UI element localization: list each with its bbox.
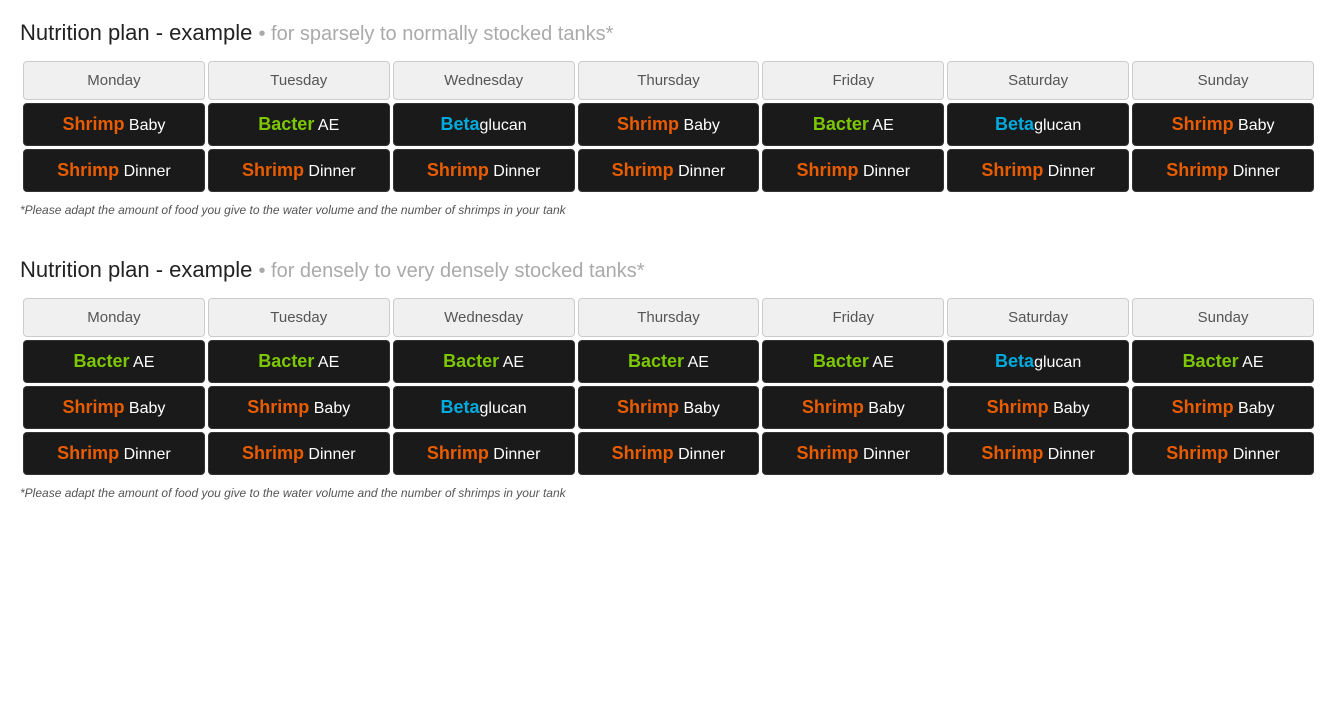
cell-wed-r2: Shrimp Dinner	[393, 149, 575, 192]
plan2-row3: Shrimp Dinner Shrimp Dinner Shrimp Dinne…	[23, 432, 1314, 475]
header-friday: Friday	[762, 61, 944, 100]
p2-cell-thu-r2: Shrimp Baby	[578, 386, 760, 429]
plan1-row1: Shrimp Baby Bacter AE Betaglucan Shrimp …	[23, 103, 1314, 146]
cell-wed-r1: Betaglucan	[393, 103, 575, 146]
shrimp-label: Shrimp	[62, 114, 124, 134]
cell-tue-r2: Shrimp Dinner	[208, 149, 390, 192]
p2-cell-thu-r3: Shrimp Dinner	[578, 432, 760, 475]
header-thursday: Thursday	[578, 61, 760, 100]
plan2-row2: Shrimp Baby Shrimp Baby Betaglucan Shrim…	[23, 386, 1314, 429]
header-saturday: Saturday	[947, 61, 1129, 100]
cell-sun-r1: Shrimp Baby	[1132, 103, 1314, 146]
plan1-note: *Please adapt the amount of food you giv…	[20, 203, 1317, 217]
p2-cell-tue-r3: Shrimp Dinner	[208, 432, 390, 475]
p2-cell-mon-r2: Shrimp Baby	[23, 386, 205, 429]
p2-cell-tue-r2: Shrimp Baby	[208, 386, 390, 429]
plan1-title: Nutrition plan - example • for sparsely …	[20, 20, 1317, 46]
cell-fri-r1: Bacter AE	[762, 103, 944, 146]
beta-label: Beta	[441, 114, 480, 134]
p2-cell-wed-r2: Betaglucan	[393, 386, 575, 429]
p2-header-tuesday: Tuesday	[208, 298, 390, 337]
cell-sun-r2: Shrimp Dinner	[1132, 149, 1314, 192]
p2-cell-fri-r2: Shrimp Baby	[762, 386, 944, 429]
plan1-row2: Shrimp Dinner Shrimp Dinner Shrimp Dinne…	[23, 149, 1314, 192]
p2-header-sunday: Sunday	[1132, 298, 1314, 337]
p2-cell-fri-r1: Bacter AE	[762, 340, 944, 383]
p2-header-wednesday: Wednesday	[393, 298, 575, 337]
p2-header-monday: Monday	[23, 298, 205, 337]
plan1-header-row: Monday Tuesday Wednesday Thursday Friday…	[23, 61, 1314, 100]
cell-sat-r1: Betaglucan	[947, 103, 1129, 146]
p2-cell-wed-r1: Bacter AE	[393, 340, 575, 383]
plan1-section: Nutrition plan - example • for sparsely …	[20, 20, 1317, 217]
header-sunday: Sunday	[1132, 61, 1314, 100]
p2-header-saturday: Saturday	[947, 298, 1129, 337]
p2-cell-fri-r3: Shrimp Dinner	[762, 432, 944, 475]
p2-cell-sun-r2: Shrimp Baby	[1132, 386, 1314, 429]
plan1-subtitle: • for sparsely to normally stocked tanks…	[258, 23, 613, 45]
plan2-header-row: Monday Tuesday Wednesday Thursday Friday…	[23, 298, 1314, 337]
cell-mon-r2: Shrimp Dinner	[23, 149, 205, 192]
header-monday: Monday	[23, 61, 205, 100]
p2-cell-mon-r3: Shrimp Dinner	[23, 432, 205, 475]
p2-cell-thu-r1: Bacter AE	[578, 340, 760, 383]
cell-mon-r1: Shrimp Baby	[23, 103, 205, 146]
cell-tue-r1: Bacter AE	[208, 103, 390, 146]
p2-header-friday: Friday	[762, 298, 944, 337]
p2-cell-sun-r1: Bacter AE	[1132, 340, 1314, 383]
plan2-note: *Please adapt the amount of food you giv…	[20, 486, 1317, 500]
plan1-table: Monday Tuesday Wednesday Thursday Friday…	[20, 58, 1317, 195]
header-tuesday: Tuesday	[208, 61, 390, 100]
p2-cell-sat-r3: Shrimp Dinner	[947, 432, 1129, 475]
p2-cell-sun-r3: Shrimp Dinner	[1132, 432, 1314, 475]
p2-cell-tue-r1: Bacter AE	[208, 340, 390, 383]
plan2-section: Nutrition plan - example • for densely t…	[20, 257, 1317, 500]
plan2-subtitle: • for densely to very densely stocked ta…	[258, 260, 644, 282]
cell-fri-r2: Shrimp Dinner	[762, 149, 944, 192]
p2-header-thursday: Thursday	[578, 298, 760, 337]
bacter-label: Bacter	[258, 114, 314, 134]
cell-thu-r2: Shrimp Dinner	[578, 149, 760, 192]
cell-thu-r1: Shrimp Baby	[578, 103, 760, 146]
plan2-table: Monday Tuesday Wednesday Thursday Friday…	[20, 295, 1317, 478]
p2-cell-sat-r1: Betaglucan	[947, 340, 1129, 383]
header-wednesday: Wednesday	[393, 61, 575, 100]
plan2-title: Nutrition plan - example • for densely t…	[20, 257, 1317, 283]
p2-cell-wed-r3: Shrimp Dinner	[393, 432, 575, 475]
p2-cell-sat-r2: Shrimp Baby	[947, 386, 1129, 429]
plan2-row1: Bacter AE Bacter AE Bacter AE Bacter AE …	[23, 340, 1314, 383]
p2-cell-mon-r1: Bacter AE	[23, 340, 205, 383]
cell-sat-r2: Shrimp Dinner	[947, 149, 1129, 192]
